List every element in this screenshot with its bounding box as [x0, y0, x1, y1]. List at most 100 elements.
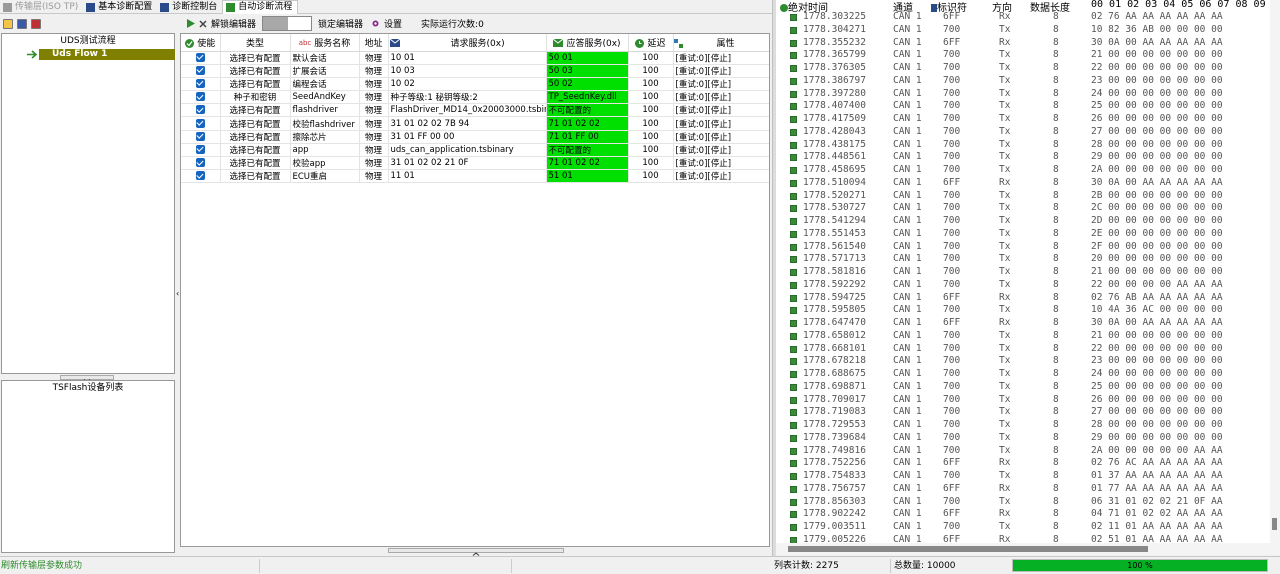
cell-delay[interactable]: 100 [628, 143, 674, 158]
log-row[interactable]: 1778.668101 CAN 1 700 Tx 8 22 00 00 00 00 00 … [776, 343, 1280, 356]
cell-request[interactable]: uds_can_application.tsbinary [388, 143, 547, 158]
log-row[interactable]: 1778.541294 CAN 1 700 Tx 8 2D 00 00 00 00 00 … [776, 215, 1280, 228]
log-row[interactable]: 1778.719083 CAN 1 700 Tx 8 27 00 00 00 00 00 … [776, 406, 1280, 419]
cell-name[interactable]: SeedAndKey [290, 90, 360, 105]
checkbox-checked-icon[interactable] [195, 105, 205, 115]
cell-addr[interactable]: 物理 [359, 103, 389, 118]
table-row[interactable]: 选择已有配置 app 物理 uds_can_application.tsbinary 不… [181, 143, 769, 158]
log-row[interactable]: 1778.739684 CAN 1 700 Tx 8 29 00 00 00 00 00 … [776, 432, 1280, 445]
cell-addr[interactable]: 物理 [359, 143, 389, 158]
log-row[interactable]: 1778.856303 CAN 1 700 Tx 8 06 31 01 02 02 21 … [776, 496, 1280, 509]
table-row[interactable]: 选择已有配置 校验app 物理 31 01 02 02 21 0F 71 01 02 0… [181, 156, 769, 171]
table-row[interactable]: 选择已有配置 ECU重启 物理 11 01 51 01 100 [重试:0][停止] [181, 169, 769, 184]
cell-response[interactable]: 50 01 [546, 51, 629, 65]
col-delay[interactable]: 延迟 [628, 34, 674, 52]
cell-request[interactable]: 31 01 FF 00 00 [388, 130, 547, 144]
cell-type[interactable]: 种子和密钥 [220, 90, 291, 105]
cell-response[interactable]: 50 03 [546, 64, 629, 78]
checkbox-checked-icon[interactable] [195, 131, 205, 141]
checkbox-checked-icon[interactable] [195, 144, 205, 154]
checkbox-checked-icon[interactable] [195, 92, 205, 102]
log-row[interactable]: 1778.365799 CAN 1 700 Tx 8 21 00 00 00 00 00 … [776, 49, 1280, 62]
cell-addr[interactable]: 物理 [359, 77, 389, 92]
checkbox-checked-icon[interactable] [195, 78, 205, 88]
unlock-editor-button[interactable]: 解锁编辑器 [199, 15, 260, 32]
cell-addr[interactable]: 物理 [359, 156, 389, 171]
col-attr[interactable]: 属性 [673, 34, 769, 52]
log-row[interactable]: 1778.571713 CAN 1 700 Tx 8 20 00 00 00 00 00 … [776, 253, 1280, 266]
log-row[interactable]: 1779.003511 CAN 1 700 Tx 8 02 11 01 AA AA AA … [776, 521, 1280, 534]
hscroll-thumb[interactable] [788, 546, 1148, 552]
log-row[interactable]: 1778.698871 CAN 1 700 Tx 8 25 00 00 00 00 00 … [776, 381, 1280, 394]
cell-name[interactable]: 校验app [290, 156, 360, 171]
cell-type[interactable]: 选择已有配置 [220, 51, 291, 65]
cell-delay[interactable]: 100 [628, 77, 674, 92]
cell-delay[interactable]: 100 [628, 169, 674, 184]
cell-attr[interactable]: [重试:0][停止] [673, 77, 769, 92]
table-row[interactable]: 选择已有配置 编程会话 物理 10 02 50 02 100 [重试:0][停止] [181, 77, 769, 92]
cell-type[interactable]: 选择已有配置 [220, 77, 291, 92]
cell-attr[interactable]: [重试:0][停止] [673, 51, 769, 65]
cell-type[interactable]: 选择已有配置 [220, 130, 291, 144]
cell-response[interactable]: 51 01 [546, 169, 629, 184]
tab-3[interactable]: 自动诊断流程 [222, 0, 299, 14]
log-row[interactable]: 1778.355232 CAN 1 6FF Rx 8 30 0A 00 AA AA AA … [776, 37, 1280, 50]
log-row[interactable]: 1778.756757 CAN 1 6FF Rx 8 01 77 AA AA AA AA … [776, 483, 1280, 496]
cell-delay[interactable]: 100 [628, 103, 674, 118]
delete-icon[interactable] [31, 18, 41, 29]
log-row[interactable]: 1778.754833 CAN 1 700 Tx 8 01 37 AA AA AA AA … [776, 470, 1280, 483]
cell-request[interactable]: 10 03 [388, 64, 547, 78]
tree-node-uds-flow-1[interactable]: Uds Flow 1 [25, 49, 175, 60]
log-horizontal-scrollbar[interactable] [776, 543, 1270, 555]
cell-attr[interactable]: [重试:0][停止] [673, 116, 769, 131]
cell-name[interactable]: 编程会话 [290, 77, 360, 92]
cell-type[interactable]: 选择已有配置 [220, 169, 291, 184]
table-row[interactable]: 选择已有配置 擦除芯片 物理 31 01 FF 00 00 71 01 FF 00 100… [181, 130, 769, 144]
log-row[interactable]: 1778.530727 CAN 1 700 Tx 8 2C 00 00 00 00 00 … [776, 202, 1280, 215]
cell-delay[interactable]: 100 [628, 90, 674, 105]
cell-request[interactable]: 31 01 02 02 21 0F [388, 156, 547, 171]
log-row[interactable]: 1778.752256 CAN 1 6FF Rx 8 02 76 AC AA AA AA … [776, 457, 1280, 470]
cell-type[interactable]: 选择已有配置 [220, 103, 291, 118]
checkbox-checked-icon[interactable] [195, 158, 205, 168]
log-col-bytes[interactable]: 00 01 02 03 04 05 06 07 08 09 10 [1091, 0, 1280, 10]
cell-addr[interactable]: 物理 [359, 64, 389, 78]
log-row[interactable]: 1778.658012 CAN 1 700 Tx 8 21 00 00 00 00 00 … [776, 330, 1280, 343]
scrollbar-thumb[interactable] [1272, 518, 1277, 530]
enable-checkbox[interactable] [181, 64, 221, 78]
cell-addr[interactable]: 物理 [359, 130, 389, 144]
enable-checkbox[interactable] [181, 143, 221, 158]
log-row[interactable]: 1778.304271 CAN 1 700 Tx 8 10 82 36 AB 00 00 … [776, 24, 1280, 37]
lock-editor-label-box[interactable]: 锁定编辑器 [314, 15, 367, 32]
log-row[interactable]: 1778.397280 CAN 1 700 Tx 8 24 00 00 00 00 00 … [776, 88, 1280, 101]
cell-name[interactable]: 校验flashdriver [290, 116, 360, 131]
enable-checkbox[interactable] [181, 103, 221, 118]
log-row[interactable]: 1778.520271 CAN 1 700 Tx 8 2B 00 00 00 00 00 … [776, 190, 1280, 203]
cell-response[interactable]: 71 01 FF 00 [546, 130, 629, 144]
cell-addr[interactable]: 物理 [359, 51, 389, 65]
cell-addr[interactable]: 物理 [359, 116, 389, 131]
cell-name[interactable]: 擦除芯片 [290, 130, 360, 144]
log-row[interactable]: 1778.749816 CAN 1 700 Tx 8 2A 00 00 00 00 00 … [776, 445, 1280, 458]
cell-attr[interactable]: [重试:0][停止] [673, 130, 769, 144]
log-row[interactable]: 1778.438175 CAN 1 700 Tx 8 28 00 00 00 00 00 … [776, 139, 1280, 152]
settings-button[interactable]: 设置 [367, 15, 417, 32]
checkbox-checked-icon[interactable] [195, 118, 205, 128]
cell-type[interactable]: 选择已有配置 [220, 143, 291, 158]
tab-0[interactable]: 传输层(ISO TP) [0, 0, 83, 14]
enable-checkbox[interactable] [181, 156, 221, 171]
enable-checkbox[interactable] [181, 169, 221, 184]
cell-request[interactable]: 10 01 [388, 51, 547, 65]
log-row[interactable]: 1778.592292 CAN 1 700 Tx 8 22 00 00 00 00 AA … [776, 279, 1280, 292]
cell-type[interactable]: 选择已有配置 [220, 116, 291, 131]
checkbox-checked-icon[interactable] [195, 52, 205, 62]
save-icon[interactable] [17, 18, 27, 29]
enable-checkbox[interactable] [181, 77, 221, 92]
cell-attr[interactable]: [重试:0][停止] [673, 103, 769, 118]
cell-attr[interactable]: [重试:0][停止] [673, 143, 769, 158]
cell-request[interactable]: FlashDriver_MD14_0x20003000.tsbinary [388, 103, 547, 118]
cell-response[interactable]: 71 01 02 02 [546, 116, 629, 131]
log-row[interactable]: 1778.551453 CAN 1 700 Tx 8 2E 00 00 00 00 00 … [776, 228, 1280, 241]
log-row[interactable]: 1778.902242 CAN 1 6FF Rx 8 04 71 01 02 02 AA … [776, 508, 1280, 521]
cell-response[interactable]: 50 02 [546, 77, 629, 92]
